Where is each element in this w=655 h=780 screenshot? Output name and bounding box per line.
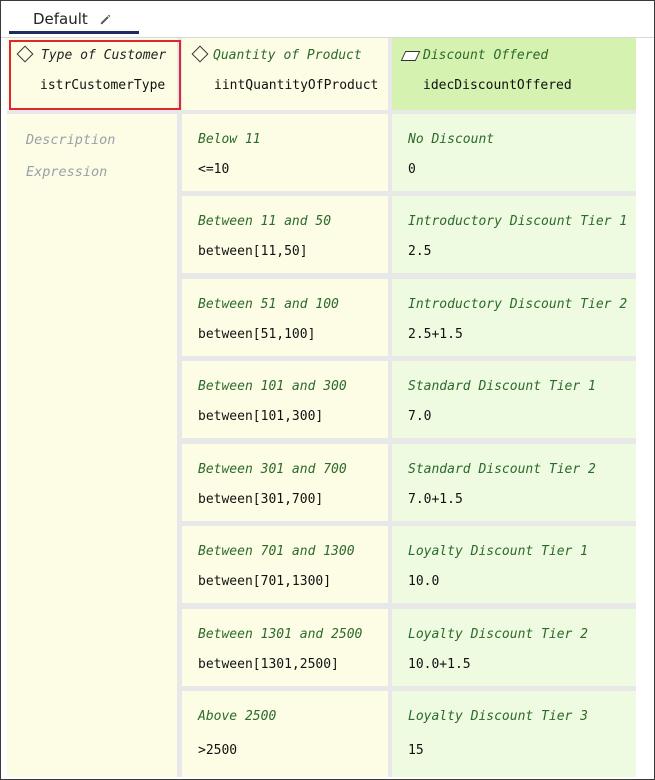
discount-cell[interactable]: Loyalty Discount Tier 2 10.0+1.5 [392, 609, 636, 686]
discount-cell[interactable]: Loyalty Discount Tier 3 15 [392, 691, 636, 777]
cell-expression: 2.5 [408, 244, 432, 259]
table-row: Between 11 and 50 between[11,50] Introdu… [182, 196, 636, 273]
cell-expression: 10.0+1.5 [408, 657, 471, 672]
description-label: Description [26, 132, 116, 148]
cell-description: Below 11 [198, 132, 261, 147]
discount-cell[interactable]: Introductory Discount Tier 2 2.5+1.5 [392, 279, 636, 356]
tab-label: Default [33, 10, 88, 28]
column-variable: idecDiscountOffered [423, 78, 572, 93]
table-row: Between 51 and 100 between[51,100] Intro… [182, 279, 636, 356]
row-header-panel: Description Expression [7, 114, 177, 777]
column-header-quantity[interactable]: Quantity of Product iintQuantityOfProduc… [182, 38, 388, 110]
cell-expression: 0 [408, 162, 416, 177]
cell-expression: 2.5+1.5 [408, 327, 463, 342]
table-row: Between 301 and 700 between[301,700] Sta… [182, 444, 636, 521]
table-row: Between 701 and 1300 between[701,1300] L… [182, 526, 636, 603]
discount-cell[interactable]: No Discount 0 [392, 114, 636, 191]
cell-description: Between 11 and 50 [198, 214, 332, 229]
table-row: Between 101 and 300 between[101,300] Sta… [182, 361, 636, 438]
cell-expression: >2500 [198, 743, 238, 758]
diamond-icon [191, 45, 209, 63]
cell-description: Loyalty Discount Tier 2 [408, 627, 589, 642]
column-title: Discount Offered [423, 48, 549, 63]
cell-description: Loyalty Discount Tier 1 [408, 544, 589, 559]
table-row: Between 1301 and 2500 between[1301,2500]… [182, 609, 636, 686]
expression-label: Expression [26, 164, 108, 180]
cell-description: Between 701 and 1300 [198, 544, 355, 559]
selection-highlight [9, 40, 181, 110]
cell-expression: <=10 [198, 162, 230, 177]
cell-expression: 10.0 [408, 574, 440, 589]
cell-description: Introductory Discount Tier 2 [408, 297, 628, 312]
cell-expression: between[1301,2500] [198, 657, 339, 672]
quantity-cell[interactable]: Between 101 and 300 between[101,300] [182, 361, 388, 438]
table-row: Below 11 <=10 No Discount 0 [182, 114, 636, 191]
quantity-cell[interactable]: Above 2500 >2500 [182, 691, 388, 777]
pencil-icon[interactable] [99, 13, 112, 26]
tab-bar: Default [1, 1, 654, 38]
cell-description: Between 1301 and 2500 [198, 627, 363, 642]
quantity-cell[interactable]: Below 11 <=10 [182, 114, 388, 191]
quantity-cell[interactable]: Between 301 and 700 between[301,700] [182, 444, 388, 521]
decision-table: Type of Customer istrCustomerType Quanti… [7, 38, 636, 777]
quantity-cell[interactable]: Between 11 and 50 between[11,50] [182, 196, 388, 273]
cell-expression: between[301,700] [198, 492, 324, 507]
cell-expression: 7.0+1.5 [408, 492, 463, 507]
decision-table-window: Default Type of Customer istrCustomerTyp… [0, 0, 655, 780]
quantity-cell[interactable]: Between 51 and 100 between[51,100] [182, 279, 388, 356]
column-header-discount[interactable]: Discount Offered idecDiscountOffered [392, 38, 636, 110]
quantity-cell[interactable]: Between 1301 and 2500 between[1301,2500] [182, 609, 388, 686]
discount-cell[interactable]: Standard Discount Tier 2 7.0+1.5 [392, 444, 636, 521]
cell-description: Standard Discount Tier 2 [408, 462, 596, 477]
quantity-cell[interactable]: Between 701 and 1300 between[701,1300] [182, 526, 388, 603]
discount-cell[interactable]: Standard Discount Tier 1 7.0 [392, 361, 636, 438]
cell-expression: between[51,100] [198, 327, 316, 342]
discount-cell[interactable]: Introductory Discount Tier 1 2.5 [392, 196, 636, 273]
cell-description: Between 301 and 700 [198, 462, 347, 477]
cell-expression: 15 [408, 743, 424, 758]
cell-description: Between 101 and 300 [198, 379, 347, 394]
tab-default[interactable]: Default [9, 1, 139, 34]
cell-description: No Discount [408, 132, 495, 147]
cell-description: Between 51 and 100 [198, 297, 339, 312]
cell-expression: 7.0 [408, 409, 432, 424]
cell-description: Above 2500 [198, 709, 277, 724]
cell-description: Introductory Discount Tier 1 [408, 214, 628, 229]
parallelogram-icon [400, 51, 421, 61]
cell-description: Loyalty Discount Tier 3 [408, 709, 589, 724]
cell-expression: between[101,300] [198, 409, 324, 424]
cell-expression: between[11,50] [198, 244, 308, 259]
discount-cell[interactable]: Loyalty Discount Tier 1 10.0 [392, 526, 636, 603]
cell-expression: between[701,1300] [198, 574, 332, 589]
column-title: Quantity of Product [213, 48, 362, 63]
cell-description: Standard Discount Tier 1 [408, 379, 596, 394]
table-row: Above 2500 >2500 Loyalty Discount Tier 3… [182, 691, 636, 777]
column-variable: iintQuantityOfProduct [214, 78, 379, 93]
